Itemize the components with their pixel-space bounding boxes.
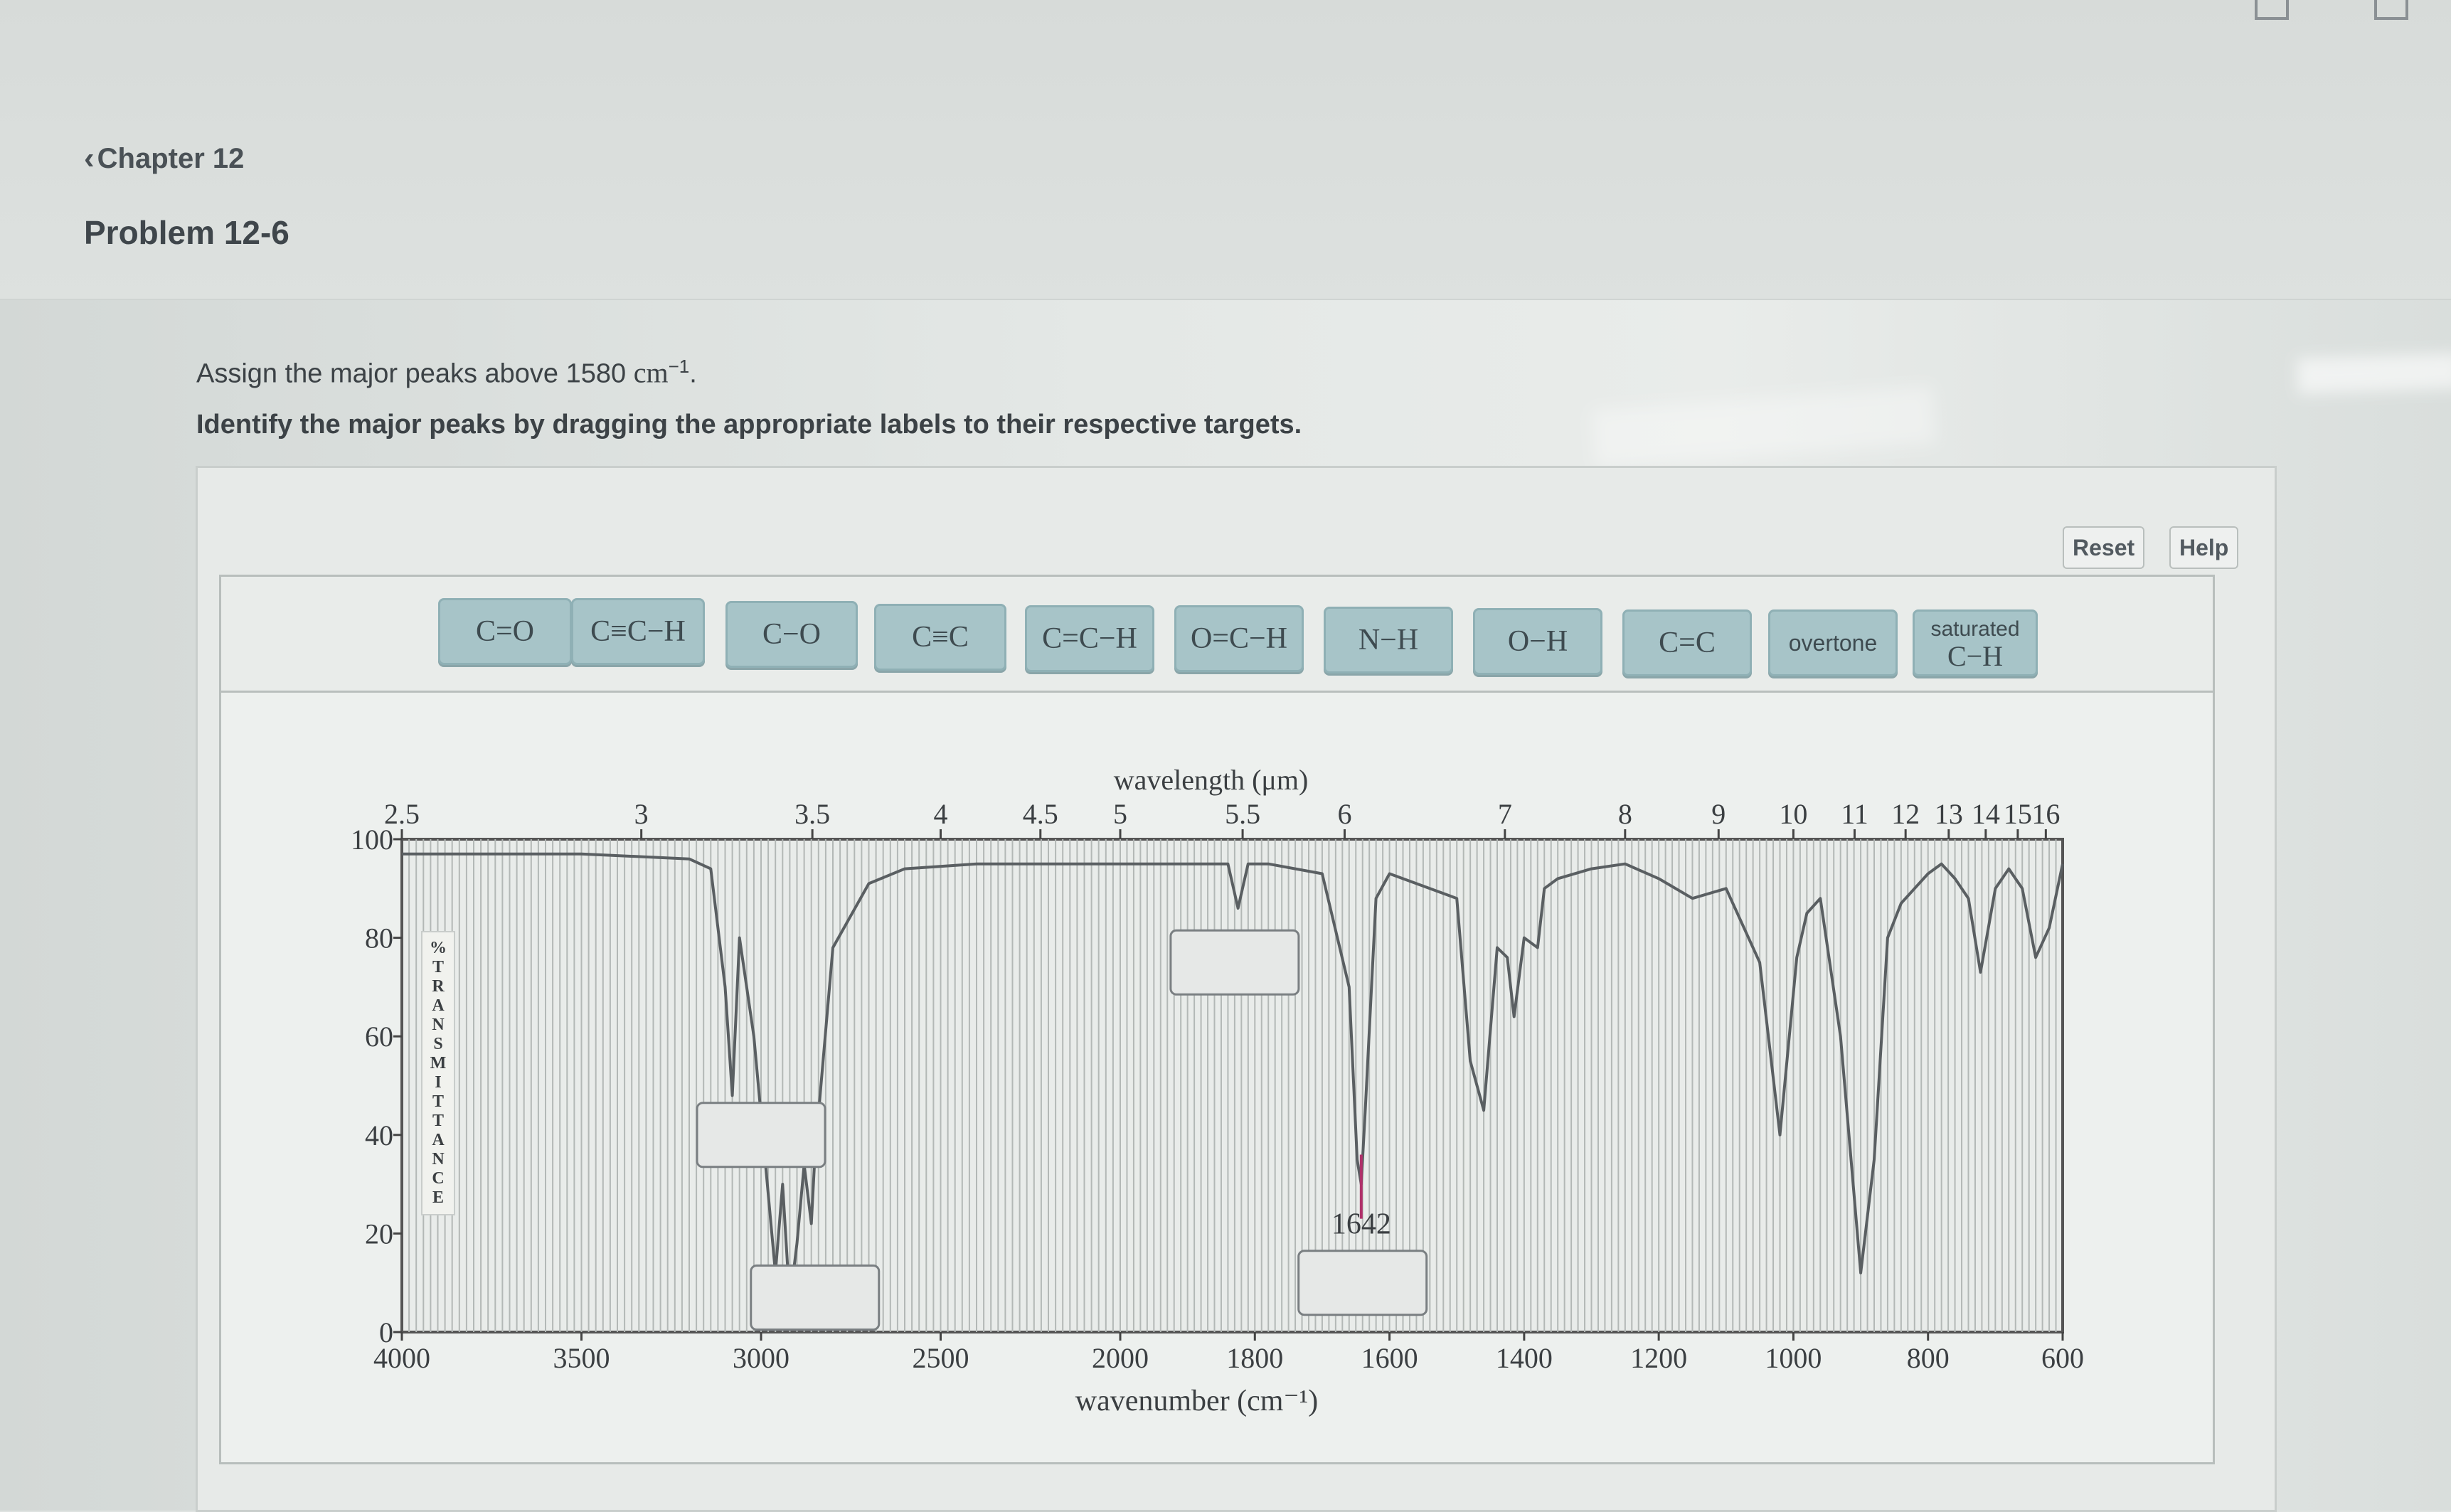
screen-glare (2297, 353, 2451, 394)
back-link-label: Chapter 12 (97, 142, 245, 174)
drop-target[interactable] (696, 1102, 826, 1168)
prompt-line: Assign the major peaks above 1580 cm−1. (196, 356, 1302, 390)
label-chip-overtone[interactable]: overtone (1768, 609, 1898, 676)
top-toolbar-icons (2255, 0, 2408, 21)
header-band (0, 0, 2451, 300)
label-chip-co-double[interactable]: C=O (438, 598, 572, 665)
drag-instruction: Identify the major peaks by dragging the… (196, 409, 1302, 440)
label-chip-vinyl-ch[interactable]: C=C−H (1025, 605, 1154, 672)
reset-button[interactable]: Reset (2063, 526, 2145, 569)
instructions: Assign the major peaks above 1580 cm−1. … (196, 356, 1302, 440)
prompt-text: Assign the major peaks above 1580 (196, 358, 627, 389)
label-chip-cc-double[interactable]: C=C (1622, 609, 1752, 676)
help-button[interactable]: Help (2169, 526, 2239, 569)
chevron-left-icon: ‹ (84, 141, 95, 176)
label-chip-saturated-ch[interactable]: saturated C−H (1913, 609, 2038, 676)
label-chip-alkyne-ch[interactable]: C≡C−H (571, 598, 705, 665)
problem-title: Problem 12-6 (84, 214, 289, 251)
prompt-period: . (689, 358, 697, 389)
label-chip-aldehyde-ch[interactable]: O=C−H (1174, 605, 1304, 672)
label-chip-cc-triple[interactable]: C≡C (874, 604, 1006, 671)
chip-line-ch: C−H (1947, 640, 2004, 672)
chip-line-saturated: saturated (1930, 617, 2020, 641)
label-chip-co-single[interactable]: C−O (725, 601, 858, 668)
label-bank: C=O C≡C−H C−O C≡C C=C−H O=C−H N−H O−H C=… (221, 577, 2213, 693)
back-to-chapter-link[interactable]: ‹ Chapter 12 (84, 141, 244, 176)
label-chip-oh[interactable]: O−H (1473, 608, 1602, 675)
window-icon[interactable] (2374, 0, 2408, 20)
prompt-unit: cm (633, 356, 669, 389)
prompt-exponent: −1 (668, 356, 690, 377)
bookmark-icon[interactable] (2255, 0, 2289, 20)
drag-drop-area: C=O C≡C−H C−O C≡C C=C−H O=C−H N−H O−H C=… (219, 575, 2215, 1464)
drop-target[interactable] (1169, 929, 1300, 996)
drop-target[interactable] (1297, 1250, 1428, 1316)
drop-target[interactable] (750, 1264, 881, 1331)
label-chip-nh[interactable]: N−H (1324, 607, 1453, 674)
